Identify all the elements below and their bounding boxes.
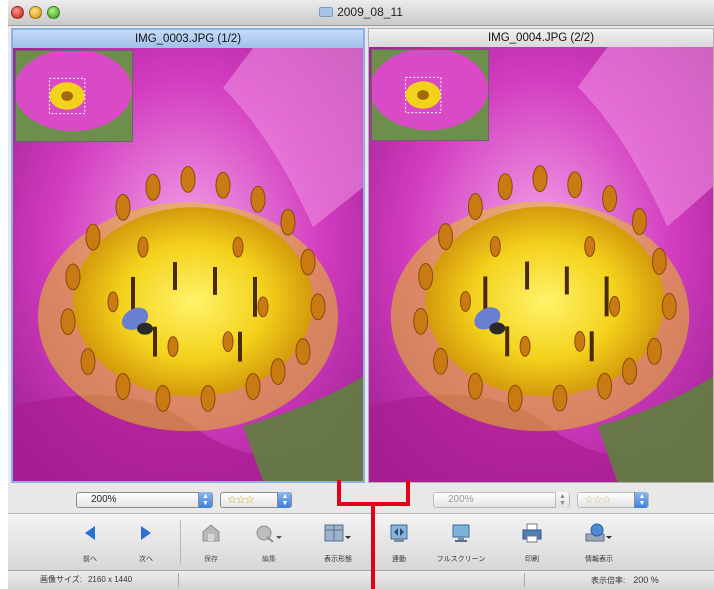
main-toolbar: 前へ 次へ 保存 編集 表示形態 連動 フルスクリーン 印刷 情報表示 [8, 513, 714, 571]
previous-label: 前へ [83, 556, 97, 563]
left-image-view[interactable] [13, 48, 363, 481]
left-thumbnail-image [16, 51, 132, 141]
right-zoom-stepper-icon[interactable]: ▲ ▼ [555, 492, 569, 508]
sync-label: 連動 [392, 556, 406, 563]
image-size-value: 2160 x 1440 [87, 575, 133, 584]
print-icon [522, 523, 542, 543]
status-separator [178, 573, 179, 587]
left-zoom-stepper-icon[interactable]: ▲ ▼ [198, 492, 212, 508]
title-bar[interactable]: 2009_08_11 [8, 0, 714, 26]
right-thumbnail-image [372, 50, 488, 140]
annotation-callout-line [371, 506, 375, 589]
left-rating-stepper-icon[interactable]: ▲ ▼ [277, 492, 291, 508]
left-panel-filename: IMG_0003.JPG (1/2) [13, 30, 363, 48]
right-zoom-select[interactable]: 200% ▲ ▼ [433, 492, 570, 508]
fullscreen-icon [452, 524, 470, 542]
left-rating-select[interactable]: ☆☆☆ ▲ ▼ [220, 492, 292, 508]
right-rating-select[interactable]: ☆☆☆ ▲ ▼ [577, 492, 649, 508]
zoom-ratio-label: 表示倍率: [591, 576, 626, 585]
edit-icon [256, 525, 282, 543]
arrow-left-icon [85, 526, 95, 540]
left-zoom-value: 200% [91, 494, 117, 505]
sync-button[interactable]: 連動 [374, 520, 424, 564]
fullscreen-label: フルスクリーン [436, 556, 486, 563]
folder-icon [319, 7, 334, 17]
zoom-ratio-value: 200 % [633, 575, 659, 585]
edit-label: 編集 [262, 556, 276, 563]
previous-button[interactable]: 前へ [65, 520, 115, 564]
display-mode-label: 表示形態 [324, 556, 352, 563]
left-navigator-thumbnail[interactable] [15, 50, 133, 142]
info-display-button[interactable]: 情報表示 [574, 520, 624, 564]
next-label: 次へ [139, 556, 153, 563]
print-label: 印刷 [525, 556, 539, 563]
right-image-panel[interactable]: IMG_0004.JPG (2/2) [368, 28, 714, 483]
arrow-right-icon [141, 526, 151, 540]
right-navigator-thumbnail[interactable] [371, 49, 489, 141]
left-zoom-select[interactable]: 200% ▲ ▼ [76, 492, 213, 508]
window-title-wrap: 2009_08_11 [8, 5, 714, 19]
next-button[interactable]: 次へ [121, 520, 171, 564]
right-panel-filename: IMG_0004.JPG (2/2) [369, 29, 713, 47]
annotation-bracket [337, 480, 410, 506]
info-icon [585, 523, 612, 542]
left-image-panel[interactable]: IMG_0003.JPG (1/2) [11, 28, 365, 483]
display-mode-button[interactable]: 表示形態 [313, 520, 363, 564]
layout-icon [324, 524, 351, 542]
window-title: 2009_08_11 [337, 5, 403, 19]
zoom-ratio-status: 表示倍率: 200 % [591, 571, 659, 589]
status-separator [524, 573, 525, 587]
edit-button[interactable]: 編集 [244, 520, 294, 564]
right-image-view[interactable] [369, 47, 713, 482]
save-button[interactable]: 保存 [186, 520, 236, 564]
image-size-status: 画像サイズ: 2160 x 1440 [40, 571, 132, 589]
right-zoom-value: 200% [448, 494, 474, 505]
info-display-label: 情報表示 [585, 556, 613, 563]
right-rating-stars: ☆☆☆ [584, 494, 612, 506]
save-icon [202, 524, 220, 542]
image-size-label: 画像サイズ: [40, 575, 82, 584]
print-button[interactable]: 印刷 [507, 520, 557, 564]
sync-icon [390, 524, 408, 542]
status-bar: 画像サイズ: 2160 x 1440 表示倍率: 200 % [8, 571, 714, 589]
save-label: 保存 [204, 556, 218, 563]
toolbar-separator [180, 520, 181, 564]
viewer-window: 2009_08_11 IMG_0003.JPG (1/2) IMG_0004.J… [8, 0, 714, 589]
left-rating-stars: ☆☆☆ [227, 494, 255, 506]
right-rating-stepper-icon[interactable]: ▲ ▼ [634, 492, 648, 508]
fullscreen-button[interactable]: フルスクリーン [436, 520, 486, 564]
